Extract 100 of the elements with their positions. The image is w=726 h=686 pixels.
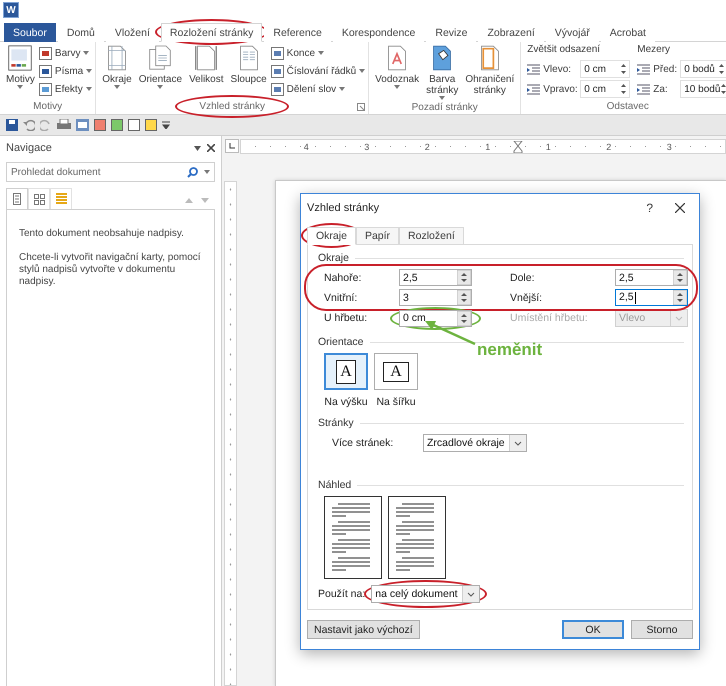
pointer-arrow <box>425 320 477 346</box>
number-field[interactable]: 3 <box>399 289 472 306</box>
color-swatch-icon[interactable] <box>128 119 140 131</box>
view-tab[interactable] <box>6 188 28 210</box>
spinner-icon <box>720 83 726 95</box>
thumbnails-icon <box>34 194 44 204</box>
small-tool-icon <box>38 64 52 78</box>
ribbon-menu-button[interactable]: Barvy <box>38 45 92 61</box>
ribbon-menu-button[interactable]: Konce <box>270 45 366 61</box>
dialog-button[interactable]: Nastavit jako výchozí <box>307 620 420 639</box>
info-text: Chcete-li vytvořit navigační karty, pomocí stylů nadpisů vytvořte v dokumentu nadpisy. <box>19 252 202 288</box>
ribbon-button[interactable]: Velikost <box>186 44 227 99</box>
number-field[interactable]: 0 cm <box>580 80 630 98</box>
small-tool-icon <box>270 46 284 60</box>
dialog-launcher-icon[interactable] <box>357 103 366 111</box>
dropdown-field[interactable]: na celý dokument <box>371 585 480 603</box>
field-label: U hřbetu: <box>324 312 368 324</box>
field-label: Použít na: <box>318 588 366 600</box>
indent-marker-icon[interactable] <box>513 140 523 152</box>
section-label: Náhled <box>318 479 352 491</box>
ruler-number: 3 <box>363 142 370 152</box>
search-field[interactable]: Prohledat dokument <box>6 162 215 182</box>
orientation-option[interactable]: A <box>324 353 368 390</box>
close-icon[interactable] <box>675 203 685 213</box>
dropdown-field[interactable]: Zrcadlové okraje <box>423 434 527 452</box>
page-size-icon <box>195 45 218 71</box>
ribbon-button[interactable]: Motivy <box>3 44 38 99</box>
info-text: Tento dokument neobsahuje nadpisy. <box>19 228 185 240</box>
field-label: Nahoře: <box>324 272 362 284</box>
ruler-number: 4 <box>302 142 310 152</box>
dropdown-caret-icon <box>318 51 324 55</box>
ribbon-menu-button[interactable]: Efekty <box>38 81 92 97</box>
ribbon-menu-button[interactable]: Číslování řádků <box>270 63 366 79</box>
dropdown-caret-icon <box>359 69 366 73</box>
field-label: Vpravo: <box>543 84 578 94</box>
dropdown-caret-icon <box>86 87 92 91</box>
ribbon-button[interactable]: Orientace <box>136 44 186 99</box>
ribbon-tab[interactable]: Rozložení stránky <box>160 23 262 42</box>
number-field[interactable]: 0 cm <box>580 60 630 78</box>
small-tool-icon <box>270 82 284 96</box>
number-field[interactable]: 10 bodů <box>680 80 726 98</box>
dropdown-caret-icon <box>394 85 400 89</box>
dropdown-caret-icon <box>157 85 164 89</box>
number-field[interactable]: 0 cm <box>399 310 472 326</box>
dialog-tab[interactable]: Rozložení <box>399 227 464 245</box>
customize-caret-icon[interactable] <box>162 121 170 129</box>
dropdown-caret-icon <box>204 170 210 174</box>
view-tab[interactable] <box>28 188 50 210</box>
dialog-button[interactable]: Storno <box>631 620 693 639</box>
dropdown-caret-icon <box>17 85 24 89</box>
section-label: Mezery <box>637 44 672 57</box>
close-icon[interactable] <box>207 144 215 152</box>
spinner-icon <box>620 63 628 75</box>
section-label: Stránky <box>318 417 354 429</box>
tab-stop-selector[interactable] <box>225 139 239 153</box>
color-swatch-icon[interactable] <box>111 119 123 131</box>
spinner-icon <box>673 270 687 285</box>
ribbon-button[interactable]: Barva stránky <box>423 44 462 101</box>
ruler-number: 2 <box>424 142 431 152</box>
undo-icon[interactable] <box>23 119 35 131</box>
small-tool-icon <box>38 82 52 96</box>
color-swatch-icon[interactable] <box>94 119 106 131</box>
ribbon-button[interactable]: Sloupce <box>228 44 270 99</box>
help-button[interactable]: ? <box>646 201 653 215</box>
ribbon-menu-button[interactable]: Písma <box>38 63 92 79</box>
ribbon-button[interactable]: Okraje <box>99 44 135 99</box>
tab-stop-icon <box>229 143 235 149</box>
ribbon-tab[interactable]: Soubor <box>4 23 56 42</box>
print-icon[interactable] <box>57 119 71 131</box>
number-field[interactable]: 2,5 <box>399 269 472 286</box>
group-label: Pozadí stránky <box>412 102 478 113</box>
number-field[interactable]: 0 bodů <box>680 60 726 78</box>
save-icon[interactable] <box>6 119 18 131</box>
number-field[interactable]: 2,5 <box>615 289 688 306</box>
dialog-button[interactable]: OK <box>562 620 624 639</box>
pane-title: Navigace <box>6 142 52 154</box>
dropdown-caret-icon[interactable] <box>194 146 201 150</box>
orientation-option[interactable]: A <box>374 353 418 390</box>
option-label: Na šířku <box>376 396 416 408</box>
pages-icon <box>148 45 172 71</box>
paint-bucket-icon <box>431 45 454 71</box>
indent-icon <box>637 64 650 74</box>
dialog-title: Vzhled stránky <box>307 202 380 214</box>
ribbon-menu-button[interactable]: Dělení slov <box>270 81 366 97</box>
ruler-number: 1 <box>544 142 552 152</box>
ribbon-button[interactable]: Ohraničení stránky <box>462 44 518 101</box>
dropdown-caret-icon <box>339 87 346 91</box>
dialog-tab[interactable]: Papír <box>356 227 400 245</box>
group-label: Odstavec <box>606 101 649 112</box>
dialog-tab[interactable]: Okraje <box>307 227 356 245</box>
spinner-icon <box>457 290 471 305</box>
search-icon[interactable] <box>187 166 198 178</box>
number-field[interactable]: 2,5 <box>615 269 688 286</box>
ribbon-button[interactable]: Vodoznak <box>372 44 422 101</box>
dropdown-caret-icon <box>462 586 479 602</box>
color-swatch-icon[interactable] <box>145 119 157 131</box>
field-label: Za: <box>653 84 669 94</box>
preview-icon[interactable] <box>76 119 89 131</box>
results-icon <box>56 193 66 205</box>
field-label: Více stránek: <box>332 437 394 449</box>
